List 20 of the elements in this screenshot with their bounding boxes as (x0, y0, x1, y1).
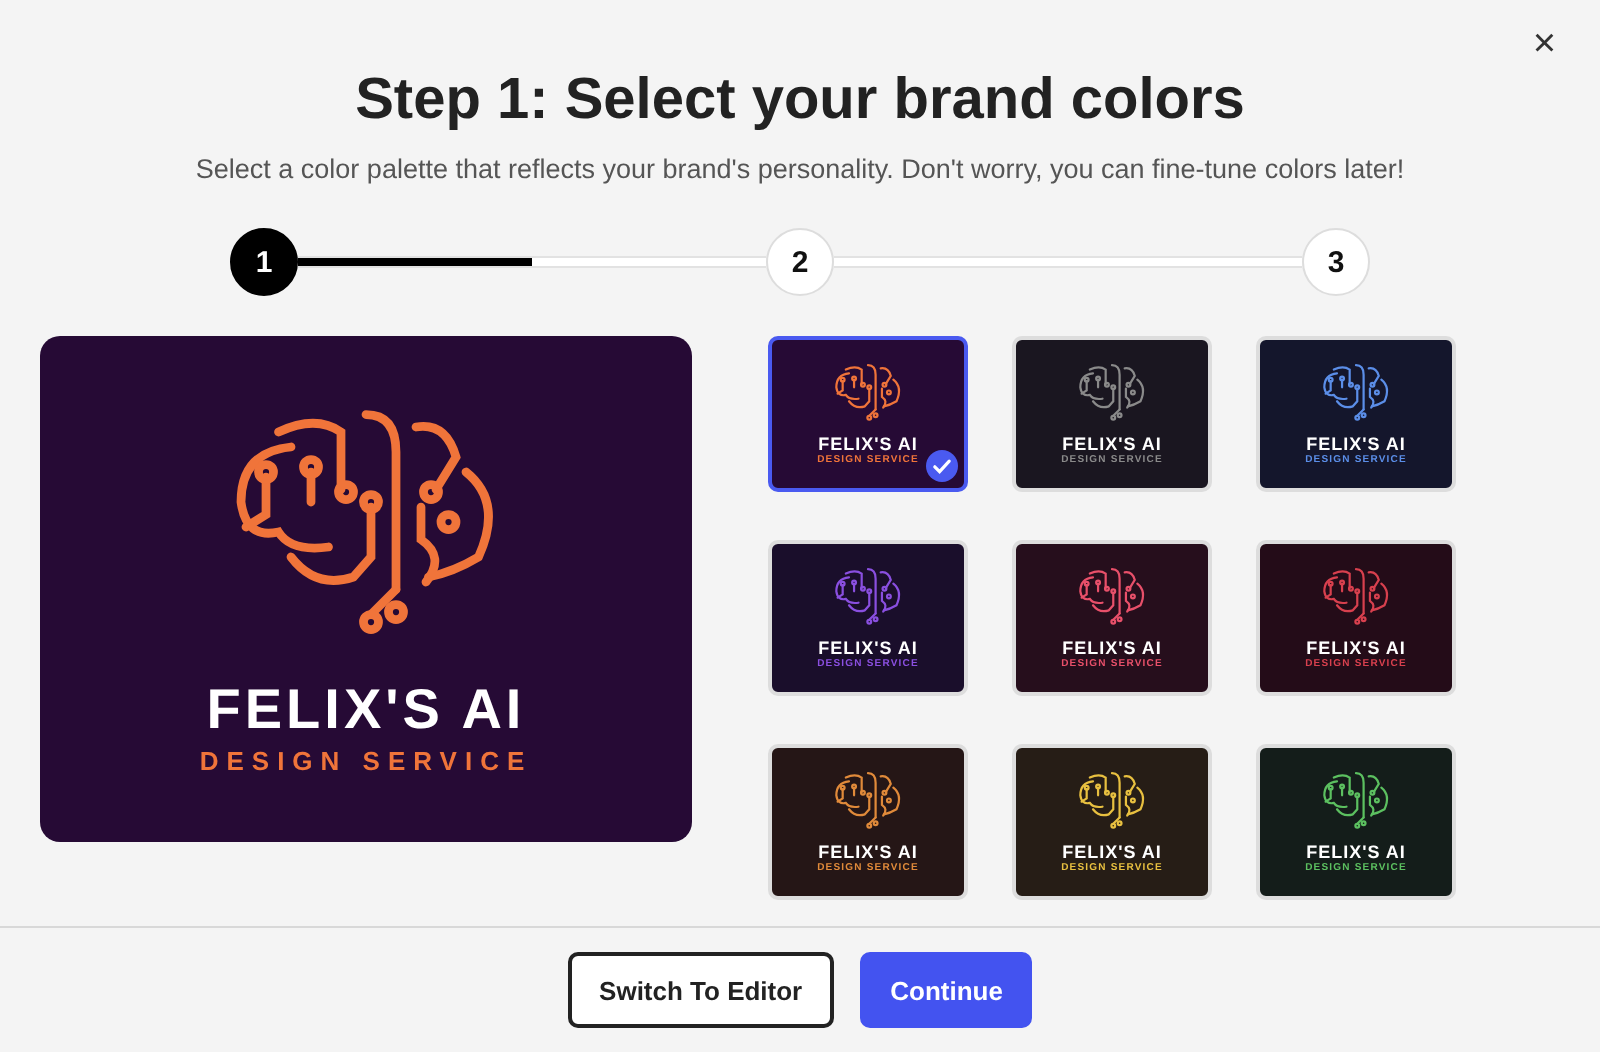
page-title: Step 1: Select your brand colors (355, 68, 1245, 134)
logo-title: FELIX'S AI (1062, 637, 1162, 658)
logo-title: FELIX'S AI (1306, 433, 1406, 454)
logo-title: FELIX'S AI (1062, 841, 1162, 862)
close-button[interactable]: × (1524, 20, 1564, 68)
step-circle[interactable]: 3 (1302, 228, 1370, 296)
editor-button[interactable]: Switch To Editor (567, 952, 835, 1028)
logo-tagline: DESIGN SERVICE (199, 745, 533, 776)
logo-title: FELIX'S AI (1306, 637, 1406, 658)
logo-title: FELIX'S AI (818, 841, 918, 862)
continue-button[interactable]: Continue (860, 952, 1033, 1028)
logo-title: FELIX'S AI (1062, 433, 1162, 454)
logo-title: FELIX'S AI (818, 637, 918, 658)
check-icon (926, 450, 958, 482)
step-circle[interactable]: 2 (766, 228, 834, 296)
logo-title: FELIX'S AI (818, 433, 918, 454)
logo-title: FELIX'S AI (1306, 841, 1406, 862)
page-subtitle: Select a color palette that reflects your brand's personality. Don't worry, you can fine-tune colors later! (195, 154, 1405, 184)
logo-title: FELIX'S AI (206, 677, 526, 742)
step-circle[interactable]: 1 (230, 228, 298, 296)
